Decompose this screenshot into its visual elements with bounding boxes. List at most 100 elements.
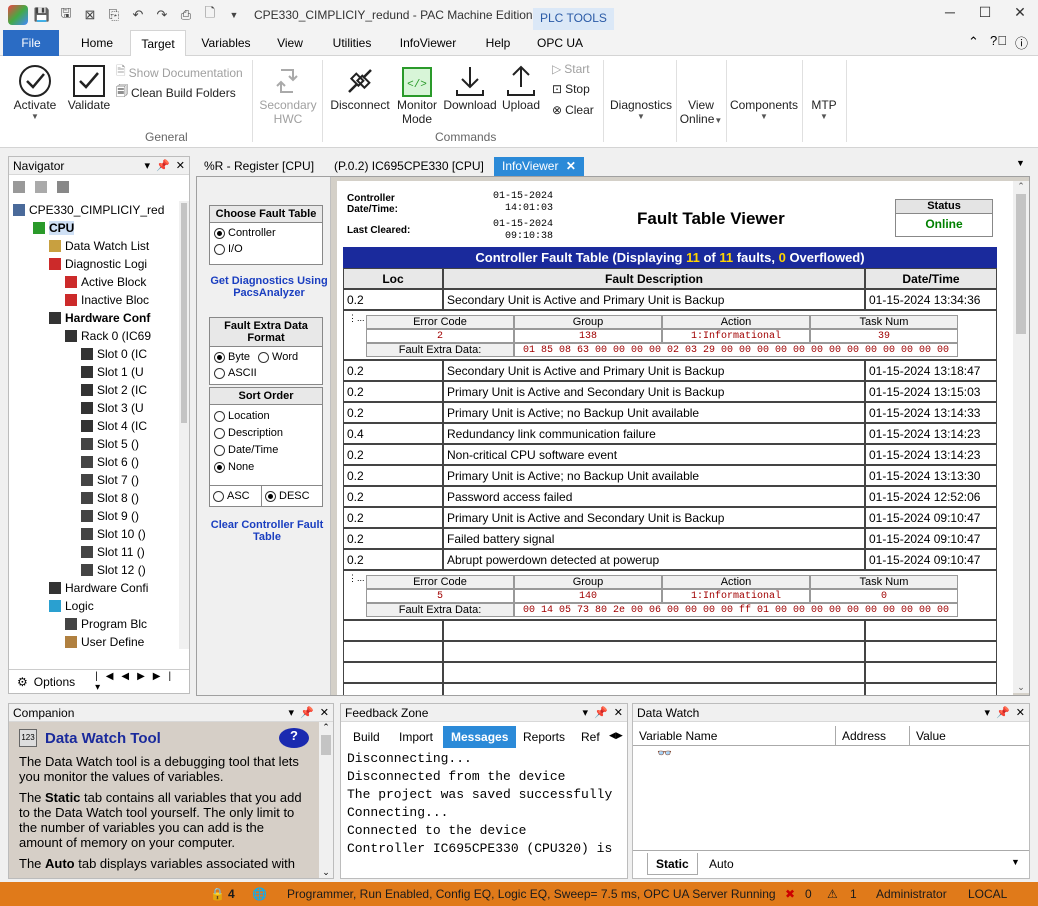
upload-button[interactable]: Upload	[500, 58, 542, 112]
grid-view-icon[interactable]	[13, 181, 25, 193]
tree-item[interactable]: Slot 6 ()	[81, 453, 139, 471]
close-icon[interactable]: ✕	[176, 159, 185, 172]
tab-static[interactable]: Static	[647, 853, 698, 875]
desc-radio[interactable]: DESC	[262, 486, 313, 506]
collapse-ribbon-icon[interactable]: ⌃	[968, 34, 979, 50]
secondary-hwc-button[interactable]: Secondary HWC	[256, 58, 320, 126]
fault-row[interactable]: 0.2 Primary Unit is Active and Secondary …	[343, 381, 997, 402]
tab-infoviewer-doc[interactable]: InfoViewer ✕	[494, 157, 584, 176]
tree-item[interactable]: Slot 3 (U	[81, 399, 144, 417]
clean-build-folders-button[interactable]: 🗐 Clean Build Folders	[116, 82, 236, 103]
clear-button[interactable]: ⊗ Clear	[552, 103, 594, 117]
tab-build[interactable]: Build	[345, 726, 388, 748]
sort-description-radio[interactable]: Description	[214, 427, 318, 439]
close-window-button[interactable]: ✕	[1005, 4, 1035, 26]
dropdown-icon[interactable]: ▾	[145, 159, 151, 172]
fault-row[interactable]: 0.2 Primary Unit is Active and Secondary …	[343, 507, 997, 528]
list-view-icon[interactable]	[35, 181, 47, 193]
scroll-up-icon[interactable]: ⌃	[1013, 181, 1029, 192]
copy-icon[interactable]: ⎘	[104, 5, 124, 25]
tab-infoviewer[interactable]: InfoViewer	[395, 30, 461, 56]
tree-item[interactable]: Rack 0 (IC69	[65, 327, 151, 345]
tree-item[interactable]: Logic	[49, 597, 94, 615]
fault-row[interactable]: 0.2 Non-critical CPU software event 01-15-…	[343, 444, 997, 465]
close-tab-icon[interactable]: ✕	[566, 159, 576, 173]
tree-item[interactable]: Slot 5 ()	[81, 435, 139, 453]
tab-cpu-ic695cpe330[interactable]: (P.0.2) IC695CPE330 [CPU]	[326, 157, 492, 176]
fault-row[interactable]: 0.2 Primary Unit is Active; no Backup Uni…	[343, 465, 997, 486]
maximize-button[interactable]: ☐	[970, 4, 1000, 26]
tree-item[interactable]: Program Blc	[65, 615, 147, 633]
fault-row[interactable]: 0.2 Failed battery signal 01-15-2024 09:10…	[343, 528, 997, 549]
error-icon[interactable]: ✖	[785, 887, 795, 901]
tree-item[interactable]: Slot 11 ()	[81, 543, 145, 561]
properties-view-icon[interactable]	[57, 181, 69, 193]
tab-references[interactable]: Ref	[573, 726, 608, 748]
close-icon[interactable]: ✕	[320, 706, 329, 719]
redo-icon[interactable]: ↷	[152, 5, 172, 25]
tree-item[interactable]: CPU	[33, 219, 75, 237]
fault-row[interactable]: 0.2 Password access failed 01-15-2024 12:5…	[343, 486, 997, 507]
fault-row[interactable]: 0.2 Secondary Unit is Active and Primary …	[343, 289, 997, 310]
sort-none-radio[interactable]: None	[214, 461, 318, 473]
close-icon[interactable]: ✕	[614, 706, 623, 719]
tree-item[interactable]: Slot 2 (IC	[81, 381, 147, 399]
asc-radio[interactable]: ASC	[210, 486, 262, 506]
print-preview-icon[interactable]: 🗋	[200, 5, 220, 25]
options-label[interactable]: Options	[34, 675, 75, 689]
fault-row[interactable]: 0.2 Secondary Unit is Active and Primary …	[343, 360, 997, 381]
pin-icon[interactable]: 📌	[996, 706, 1010, 719]
get-diagnostics-link[interactable]: Get Diagnostics Using PacsAnalyzer	[209, 275, 329, 299]
fault-row[interactable]: 0.2 Abrupt powerdown detected at powerup 0…	[343, 549, 997, 570]
diagnostics-button[interactable]: Diagnostics ▼	[608, 98, 674, 121]
tree-item[interactable]: Hardware Confi	[49, 579, 148, 597]
col-address[interactable]: Address	[835, 726, 892, 746]
navigator-scrollbar[interactable]	[179, 201, 189, 649]
info-icon[interactable]: ⓘ	[1015, 33, 1028, 52]
sort-location-radio[interactable]: Location	[214, 410, 318, 422]
tree-item[interactable]: User Define	[65, 633, 144, 649]
dropdown-icon[interactable]: ▾	[583, 706, 589, 719]
save-as-icon[interactable]: 🖫	[56, 5, 76, 25]
dropdown-icon[interactable]: ▾	[289, 706, 295, 719]
tab-file[interactable]: File	[3, 30, 59, 56]
scroll-down-icon[interactable]: ⌄	[1013, 682, 1029, 693]
options-gear-icon[interactable]: ⚙	[17, 675, 28, 689]
tab-target[interactable]: Target	[130, 30, 186, 57]
companion-scrollbar[interactable]: ⌃ ⌄	[319, 722, 333, 878]
tab-scroll-icon[interactable]: ◀▶	[609, 730, 623, 741]
undo-icon[interactable]: ↶	[128, 5, 148, 25]
byte-radio[interactable]: Byte	[214, 351, 250, 363]
tab-list-dropdown-icon[interactable]: ▼	[1016, 158, 1025, 168]
navigator-nav-icons[interactable]: |◀◀▶▶|▾	[95, 671, 189, 693]
show-documentation-button[interactable]: 🗎 Show Documentation	[116, 62, 243, 83]
tab-menu-icon[interactable]: ▼	[1011, 857, 1020, 867]
print-icon[interactable]: ⎙	[176, 5, 196, 25]
tab-register-r[interactable]: %R - Register [CPU]	[196, 157, 322, 176]
tree-item[interactable]: Slot 1 (U	[81, 363, 144, 381]
save-icon[interactable]: 💾	[32, 5, 52, 25]
tree-item[interactable]: Hardware Conf	[49, 309, 150, 327]
start-button[interactable]: ▷ Start	[552, 62, 590, 76]
report-scrollbar[interactable]: ⌃ ⌄	[1013, 181, 1029, 693]
tree-item[interactable]: Slot 4 (IC	[81, 417, 147, 435]
tree-item[interactable]: Slot 9 ()	[81, 507, 139, 525]
tab-utilities[interactable]: Utilities	[326, 30, 378, 56]
tab-reports[interactable]: Reports	[515, 726, 573, 748]
fault-row[interactable]: 0.2 Primary Unit is Active; no Backup Uni…	[343, 402, 997, 423]
tab-home[interactable]: Home	[72, 30, 122, 56]
pin-icon[interactable]: 📌	[300, 706, 314, 719]
tree-item[interactable]: Slot 12 ()	[81, 561, 146, 579]
pin-icon[interactable]: 📌	[156, 159, 170, 172]
dropdown-icon[interactable]: ▾	[985, 706, 991, 719]
help-icon[interactable]: ?⃝	[990, 33, 1007, 48]
tree-item[interactable]: Slot 7 ()	[81, 471, 139, 489]
tree-item[interactable]: Diagnostic Logi	[49, 255, 147, 273]
tree-item[interactable]: Data Watch List	[49, 237, 149, 255]
ascii-radio[interactable]: ASCII	[214, 367, 318, 379]
tree-item[interactable]: Slot 0 (IC	[81, 345, 147, 363]
activate-button[interactable]: Activate ▼	[10, 58, 60, 121]
io-radio[interactable]: I/O	[214, 243, 318, 255]
help-question-icon[interactable]: ?	[279, 728, 309, 748]
controller-radio[interactable]: Controller	[214, 227, 318, 239]
